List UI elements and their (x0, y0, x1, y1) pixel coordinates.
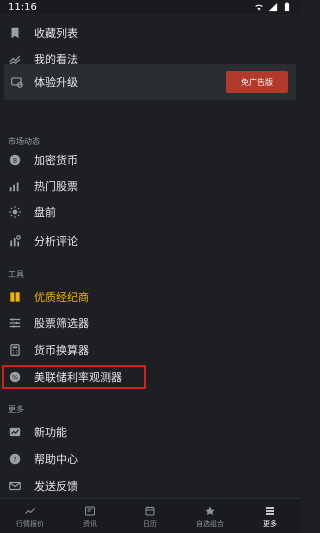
menu-item-label: 帮助中心 (34, 453, 78, 466)
nav-item-news[interactable]: 资讯 (60, 505, 120, 533)
new-features-icon (8, 425, 22, 439)
status-icons (254, 2, 292, 12)
section-title-market: 市场动态 (8, 137, 40, 146)
menu-item-label: 股票筛选器 (34, 317, 89, 330)
menu-item-stock-screener[interactable]: 股票筛选器 (0, 310, 300, 336)
menu-item-hot-stocks[interactable]: 热门股票 (0, 173, 300, 199)
menu-item-label: 分析评论 (34, 235, 78, 248)
help-icon: ? (8, 452, 22, 466)
menu-item-label: 盘前 (34, 206, 56, 219)
svg-text:B: B (13, 158, 17, 164)
crypto-icon: B (8, 153, 22, 167)
nav-label: 资讯 (83, 520, 97, 528)
status-time: 11:16 (8, 1, 37, 13)
menu-item-currency-converter[interactable]: 货币换算器 (0, 337, 300, 363)
menu-item-analysis[interactable]: 分析评论 (0, 228, 300, 254)
menu-item-favorites[interactable]: 收藏列表 (0, 20, 300, 46)
mail-icon (8, 479, 22, 493)
quotes-icon (25, 508, 35, 514)
nav-item-quotes[interactable]: 行情报价 (0, 505, 60, 533)
signal-icon (268, 2, 278, 12)
menu-item-label: 优质经纪商 (34, 291, 89, 304)
ad-free-button[interactable]: 免广告版 (226, 71, 288, 93)
highlight-box (2, 365, 146, 389)
calculator-icon (8, 343, 22, 357)
menu-item-premarket[interactable]: 盘前 (0, 199, 300, 225)
status-bar: 11:16 (0, 0, 300, 14)
menu-item-top-brokers[interactable]: 优质经纪商 (0, 284, 300, 310)
star-icon (205, 506, 215, 515)
sunrise-icon (8, 205, 22, 219)
nav-label: 更多 (263, 520, 277, 528)
nav-label: 日历 (143, 520, 157, 528)
section-title-more: 更多 (8, 405, 24, 414)
bookmark-icon (8, 26, 22, 40)
bar-chart-icon (8, 179, 22, 193)
nav-label: 自选组合 (196, 520, 224, 528)
menu-item-label: 货币换算器 (34, 344, 89, 357)
nav-label: 行情报价 (16, 520, 44, 528)
analysis-icon (8, 234, 22, 248)
nav-item-calendar[interactable]: 日历 (120, 505, 180, 533)
nav-item-more[interactable]: 更多 (240, 505, 300, 533)
brokers-icon (8, 290, 22, 304)
wifi-icon (255, 4, 263, 11)
upgrade-card[interactable]: 体验升级 免广告版 (4, 64, 296, 100)
menu-item-new-features[interactable]: 新功能 (0, 419, 300, 445)
menu-icon (266, 507, 274, 515)
bottom-nav: 行情报价 资讯 日历 自选组合 更多 (0, 498, 300, 533)
menu-item-label: 收藏列表 (34, 27, 78, 40)
upgrade-icon (11, 77, 23, 88)
menu-item-label: 新功能 (34, 426, 67, 439)
menu-item-crypto[interactable]: B 加密货币 (0, 147, 300, 173)
menu-item-send-feedback[interactable]: 发送反馈 (0, 473, 300, 499)
menu-item-label: 发送反馈 (34, 480, 78, 493)
news-icon (85, 506, 95, 516)
menu-item-help-center[interactable]: ? 帮助中心 (0, 446, 300, 472)
svg-text:?: ? (13, 455, 16, 463)
menu-item-label: 热门股票 (34, 180, 78, 193)
upgrade-label: 体验升级 (34, 76, 78, 89)
section-title-tools: 工具 (8, 270, 24, 279)
battery-icon (284, 2, 290, 12)
menu-item-label: 加密货币 (34, 154, 78, 167)
nav-item-watchlist[interactable]: 自选组合 (180, 505, 240, 533)
calendar-icon (145, 506, 155, 516)
sliders-icon (8, 316, 22, 330)
